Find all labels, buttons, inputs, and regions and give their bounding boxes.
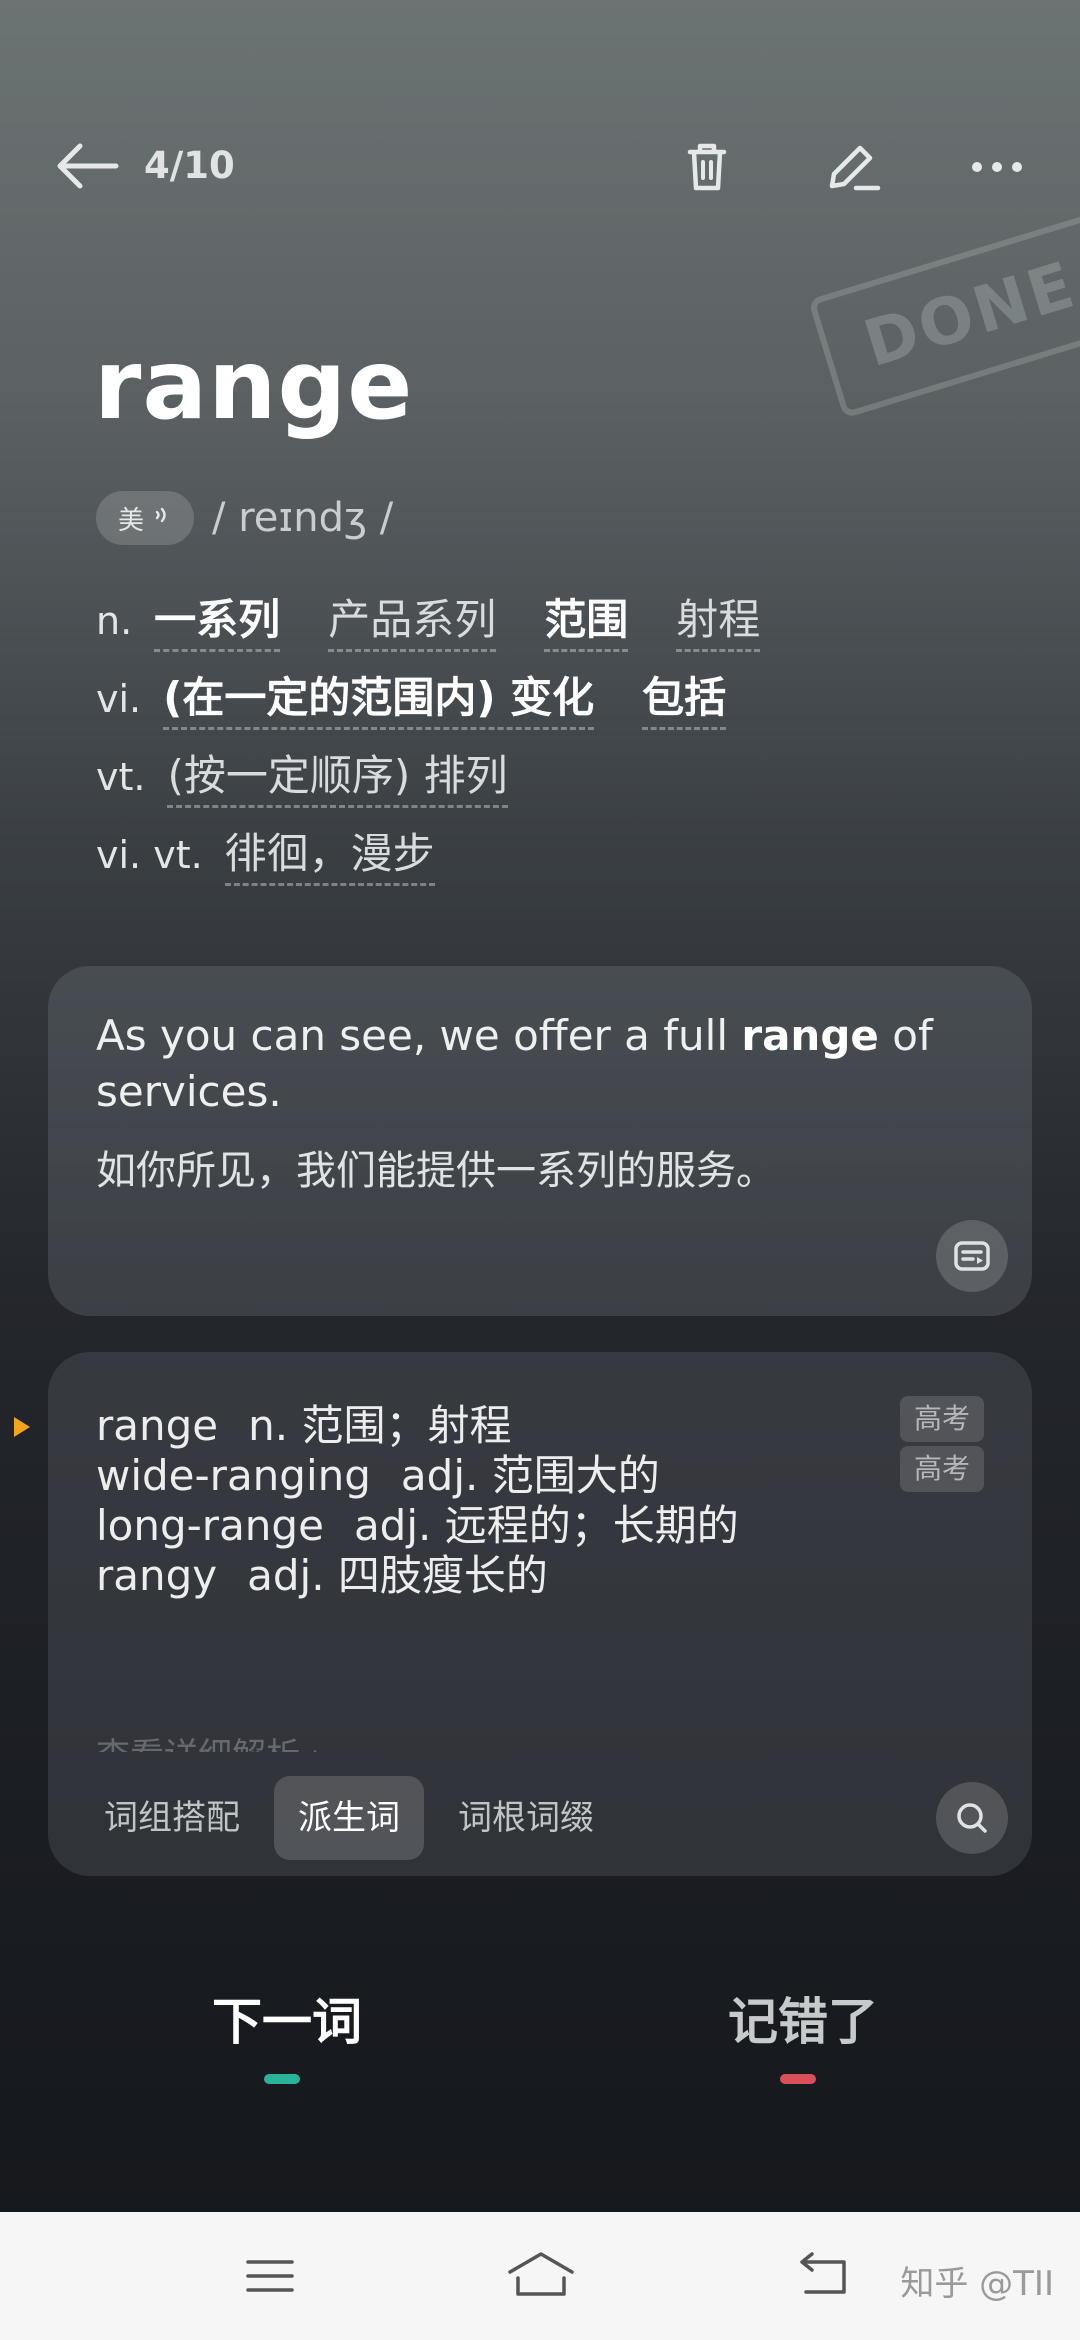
example-sentence-card: As you can see, we offer a full range of… <box>48 966 1032 1316</box>
part-of-speech: vi. vt. <box>96 833 203 877</box>
video-card-icon <box>954 1241 990 1271</box>
definitions-list: n. 一系列 产品系列 范围 射程 vi. (在一定的范围内) 变化 包括 vt. (按一定顺序)… <box>96 586 808 898</box>
derivatives-tab[interactable]: 词组搭配 <box>80 1776 264 1860</box>
derivatives-tab[interactable]: 派生词 <box>274 1776 424 1860</box>
part-of-speech: vi. <box>96 677 142 721</box>
marked-wrong-indicator <box>780 2074 816 2084</box>
search-icon <box>957 1803 987 1833</box>
progress-counter: 4/10 <box>144 144 235 187</box>
definition-meaning[interactable]: 一系列 <box>154 586 281 652</box>
current-word-marker-icon <box>14 1417 30 1437</box>
menu-icon[interactable] <box>240 2246 300 2306</box>
trash-icon[interactable] <box>676 136 738 198</box>
speaker-icon <box>154 503 172 533</box>
definition-row: vi. vt. 徘徊，漫步 <box>96 820 808 898</box>
definition-meaning[interactable]: (按一定顺序) 排列 <box>167 742 508 808</box>
headword: range <box>94 329 414 441</box>
derivative-meaning: adj. 四肢瘦长的 <box>247 1551 548 1600</box>
definition-meaning[interactable]: 包括 <box>642 664 727 730</box>
part-of-speech: n. <box>96 599 133 643</box>
video-example-button[interactable] <box>936 1220 1008 1292</box>
marked-wrong-button[interactable]: 记错了 <box>728 1990 878 2054</box>
definition-meaning[interactable]: 范围 <box>544 586 629 652</box>
detail-link[interactable]: 查看详细解析 › <box>96 1728 324 1752</box>
next-word-indicator <box>264 2074 300 2084</box>
example-keyword: range <box>741 1011 879 1060</box>
derivative-row[interactable]: rangy adj. 四肢瘦长的 <box>96 1542 548 1603</box>
watermark-text: 知乎 @TII <box>900 2264 1054 2304</box>
accent-label: 美 <box>118 505 145 536</box>
definition-row: vi. (在一定的范围内) 变化 包括 <box>96 664 808 742</box>
exam-tag: 高考 <box>900 1396 984 1442</box>
phonetic-text: / reɪndʒ / <box>212 495 394 541</box>
done-stamp: DONE <box>808 211 1080 419</box>
home-icon[interactable] <box>506 2246 574 2306</box>
search-button[interactable] <box>936 1782 1008 1854</box>
definition-meaning[interactable]: 射程 <box>676 586 761 652</box>
definition-row: vt. (按一定顺序) 排列 <box>96 742 808 820</box>
more-options-icon[interactable] <box>966 136 1028 198</box>
us-pronunciation-button[interactable]: 美 <box>96 491 195 545</box>
example-chinese: 如你所见，我们能提供一系列的服务。 <box>96 1148 776 1194</box>
definition-meaning[interactable]: 产品系列 <box>328 586 497 652</box>
back-nav-icon[interactable] <box>792 2246 852 2306</box>
system-navigation-bar: 知乎 @TII <box>0 2212 1080 2340</box>
edit-pen-icon[interactable] <box>822 136 884 198</box>
word-card-screen: 4/10 DONE range 美 / reɪndʒ / n. 一系列 产品系列… <box>0 0 1080 2212</box>
next-word-button[interactable]: 下一词 <box>212 1990 362 2054</box>
derivatives-tab[interactable]: 词根词缀 <box>434 1776 618 1860</box>
example-en-before: As you can see, we offer a full <box>96 1011 742 1060</box>
definition-meaning[interactable]: (在一定的范围内) 变化 <box>163 664 595 730</box>
definition-row: n. 一系列 产品系列 范围 射程 <box>96 586 808 664</box>
definition-meaning[interactable]: 徘徊，漫步 <box>224 820 435 886</box>
pronunciation-row: 美 / reɪndʒ / <box>96 490 393 546</box>
example-english: As you can see, we offer a full range of… <box>96 1008 996 1120</box>
derivatives-tabs: 词组搭配 派生词 词根词缀 <box>80 1776 628 1860</box>
derivative-word: rangy <box>96 1551 218 1600</box>
back-arrow-icon[interactable] <box>52 140 122 192</box>
derivatives-card: 查看详细解析 › 词组搭配派生词词根词缀 rangen. 范围；射程高考wide… <box>48 1352 1032 1876</box>
exam-tag: 高考 <box>900 1446 984 1492</box>
part-of-speech: vt. <box>96 755 146 799</box>
